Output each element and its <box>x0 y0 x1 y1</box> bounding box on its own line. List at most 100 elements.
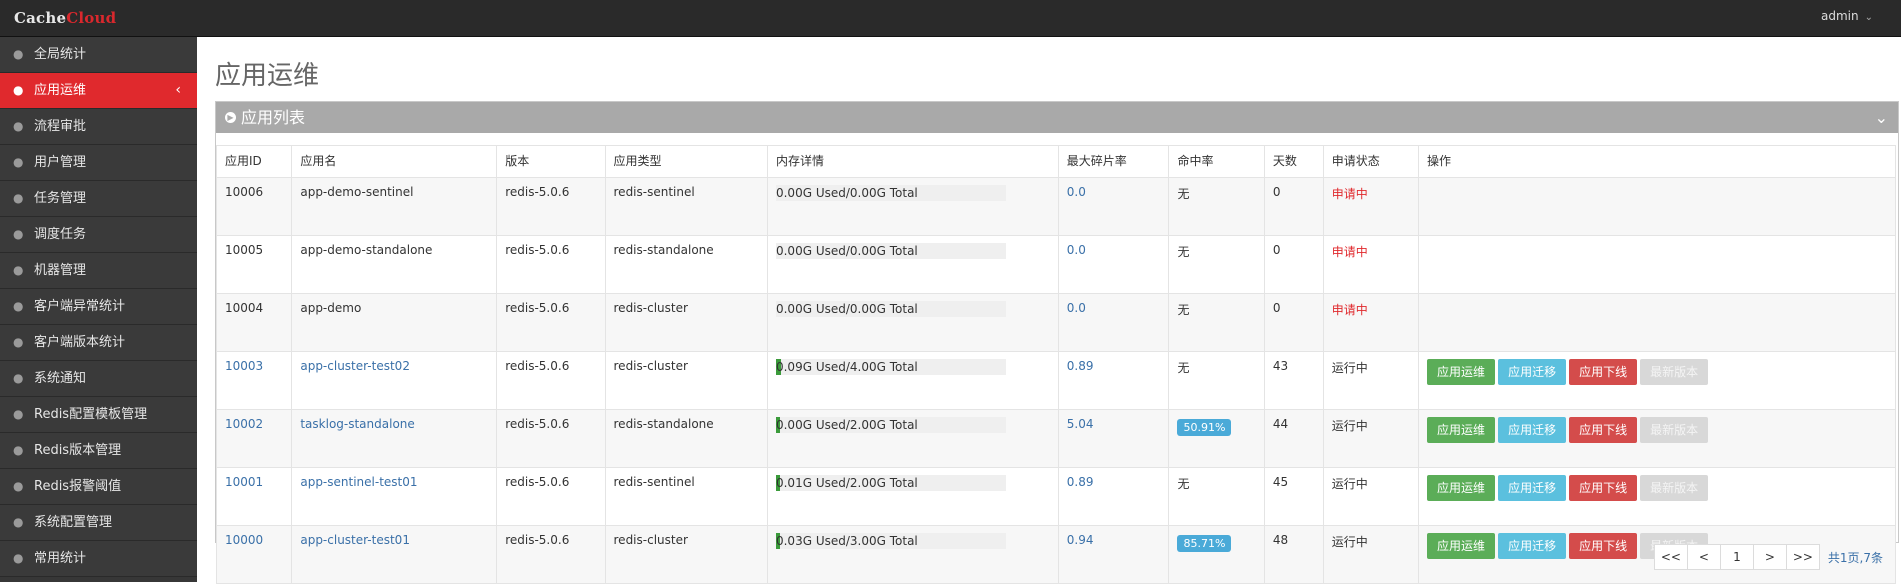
sidebar-item-label: Redis配置模板管理 <box>34 407 148 422</box>
app-migrate-button[interactable]: 应用迁移 <box>1498 533 1567 559</box>
table-cell: 48 <box>1263 525 1324 584</box>
app-offline-button[interactable]: 应用下线 <box>1569 417 1638 443</box>
app-id: 10006 <box>225 185 264 199</box>
status-badge: 申请中 <box>1331 245 1368 259</box>
table-cell: 5.04 <box>1057 409 1170 468</box>
table-cell: app-demo-sentinel <box>291 177 498 236</box>
page-1-button[interactable]: 1 <box>1719 544 1754 570</box>
table-cell: 0.01G Used/2.00G Total <box>766 467 1059 526</box>
table-cell: redis-5.0.6 <box>496 467 606 526</box>
table-cell: 0.89 <box>1057 351 1170 410</box>
app-offline-button[interactable]: 应用下线 <box>1569 475 1638 501</box>
days: 45 <box>1272 475 1289 489</box>
app-migrate-button[interactable]: 应用迁移 <box>1498 475 1567 501</box>
table-cell: 0.00G Used/0.00G Total <box>766 177 1059 236</box>
sidebar-item-8[interactable]: ● 客户端版本统计 <box>0 325 197 361</box>
app-type: redis-sentinel <box>613 475 695 489</box>
table-cell: 申请中 <box>1322 235 1420 294</box>
sidebar-item-label: Redis版本管理 <box>34 443 122 458</box>
app-name[interactable]: tasklog-standalone <box>300 417 414 431</box>
app-migrate-button[interactable]: 应用迁移 <box>1498 417 1567 443</box>
column-header: 应用类型 <box>604 145 768 178</box>
sidebar-item-label: 用户管理 <box>34 155 87 170</box>
sidebar-item-1[interactable]: ● 应用运维 ‹ <box>0 73 197 109</box>
app-id[interactable]: 10003 <box>225 359 263 373</box>
sidebar-item-10[interactable]: ● Redis配置模板管理 <box>0 397 197 433</box>
table-cell: app-cluster-test01 <box>291 525 498 584</box>
sidebar-item-13[interactable]: ● 系统配置管理 <box>0 505 197 541</box>
sidebar-item-7[interactable]: ● 客户端异常统计 <box>0 289 197 325</box>
sidebar-item-label: 全局统计 <box>34 47 87 62</box>
sidebar-item-label: 常用统计 <box>34 551 87 566</box>
app-table: 应用ID 应用名 版本 应用类型 内存详情 最大碎片率 命中率 天数 申请状态 操作 10006 a… <box>215 145 1896 584</box>
collapse-chevron-icon[interactable]: ⌄ <box>1875 102 1888 133</box>
column-header: 命中率 <box>1168 145 1265 178</box>
app-ops-button[interactable]: 应用运维 <box>1427 475 1496 501</box>
memory-text: 0.00G Used/2.00G Total <box>775 418 918 432</box>
app-name[interactable]: app-sentinel-test01 <box>300 475 417 489</box>
map-pin-icon: ● <box>13 551 24 565</box>
map-pin-icon: ● <box>13 47 24 61</box>
hit-rate: 无 <box>1177 303 1190 317</box>
days: 44 <box>1272 417 1289 431</box>
app-ops-button[interactable]: 应用运维 <box>1427 359 1496 385</box>
sidebar-item-6[interactable]: ● 机器管理 <box>0 253 197 289</box>
app-id[interactable]: 10001 <box>225 475 263 489</box>
logo-text-cloud: Cloud <box>66 9 117 27</box>
app-type: redis-cluster <box>613 533 688 547</box>
table-row: 10004 app-demo redis-5.0.6 redis-cluster 0.0… <box>215 293 1896 352</box>
sidebar-item-label: 系统通知 <box>34 371 87 386</box>
hit-rate: 无 <box>1177 245 1190 259</box>
app-ops-button[interactable]: 应用运维 <box>1427 417 1496 443</box>
page-next-button[interactable]: > <box>1752 544 1787 570</box>
panel-title: 应用列表 <box>241 108 306 127</box>
table-cell: 0.03G Used/3.00G Total <box>766 525 1059 584</box>
sidebar-item-14[interactable]: ● 常用统计 <box>0 541 197 577</box>
sidebar-item-label: 任务管理 <box>34 191 87 206</box>
sidebar-item-5[interactable]: ● 调度任务 <box>0 217 197 253</box>
app-offline-button[interactable]: 应用下线 <box>1569 359 1638 385</box>
sidebar-item-3[interactable]: ● 用户管理 <box>0 145 197 181</box>
user-menu[interactable]: admin ⌄ <box>1821 9 1873 23</box>
table-row: 10005 app-demo-standalone redis-5.0.6 redis… <box>215 235 1896 294</box>
app-version: redis-5.0.6 <box>505 417 570 431</box>
table-cell: 10001 <box>215 467 293 526</box>
sidebar-item-12[interactable]: ● Redis报警阈值 <box>0 469 197 505</box>
logo-text-cache: Cache <box>14 9 67 27</box>
sidebar-item-4[interactable]: ● 任务管理 <box>0 181 197 217</box>
app-name[interactable]: app-cluster-test01 <box>300 533 410 547</box>
memory-progress-bar: 0.03G Used/3.00G Total <box>775 533 1006 549</box>
latest-version-button[interactable]: 最新版本 <box>1640 417 1709 443</box>
app-version: redis-5.0.6 <box>505 475 570 489</box>
status-badge: 运行中 <box>1331 477 1368 491</box>
page-first-button[interactable]: << <box>1653 544 1688 570</box>
app-id[interactable]: 10000 <box>225 533 263 547</box>
app-version: redis-5.0.6 <box>505 533 570 547</box>
sidebar-item-label: 客户端异常统计 <box>34 299 126 314</box>
column-header: 版本 <box>496 145 606 178</box>
fragmentation-ratio: 0.0 <box>1066 243 1086 257</box>
map-pin-icon: ● <box>13 443 24 457</box>
app-ops-button[interactable]: 应用运维 <box>1427 533 1496 559</box>
app-logo[interactable]: CacheCloud <box>14 9 116 27</box>
app-name: app-demo-sentinel <box>300 185 414 199</box>
sidebar-item-0[interactable]: ● 全局统计 <box>0 37 197 73</box>
app-name[interactable]: app-cluster-test02 <box>300 359 410 373</box>
main-content: 应用运维 ▶ 应用列表 ⌄ 应用ID 应用名 版本 应用类型 内存详情 最大碎片率 命中率天… <box>197 37 1901 584</box>
map-pin-icon: ● <box>13 299 24 313</box>
status-badge: 申请中 <box>1331 187 1368 201</box>
app-offline-button[interactable]: 应用下线 <box>1569 533 1638 559</box>
column-header: 内存详情 <box>766 145 1059 178</box>
hit-rate: 无 <box>1177 187 1190 201</box>
page-last-button[interactable]: >> <box>1785 544 1820 570</box>
app-migrate-button[interactable]: 应用迁移 <box>1498 359 1567 385</box>
latest-version-button[interactable]: 最新版本 <box>1640 359 1709 385</box>
sidebar-item-11[interactable]: ● Redis版本管理 <box>0 433 197 469</box>
sidebar-item-9[interactable]: ● 系统通知 <box>0 361 197 397</box>
latest-version-button[interactable]: 最新版本 <box>1640 475 1709 501</box>
page-prev-button[interactable]: < <box>1686 544 1721 570</box>
days: 48 <box>1272 533 1289 547</box>
app-id[interactable]: 10002 <box>225 417 263 431</box>
sidebar-item-2[interactable]: ● 流程审批 <box>0 109 197 145</box>
table-cell: 0 <box>1263 177 1324 236</box>
